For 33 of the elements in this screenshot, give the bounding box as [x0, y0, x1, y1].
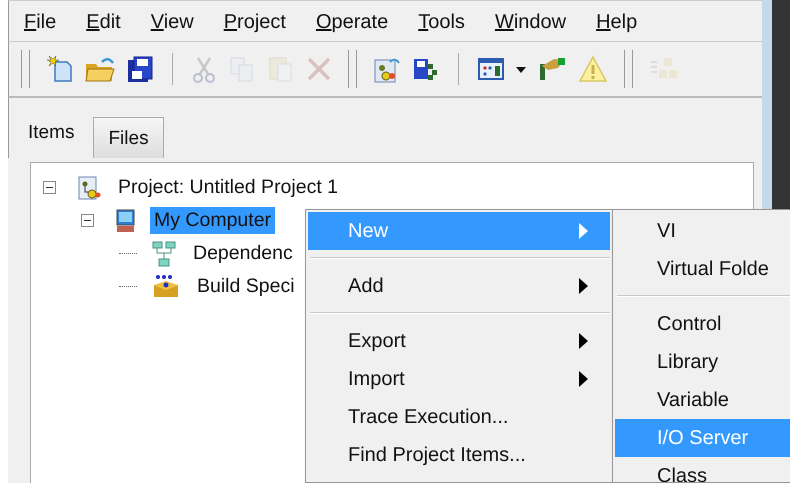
menu-item[interactable]: Class: [615, 457, 790, 482]
toolbar-grip[interactable]: [624, 50, 633, 88]
tree-item[interactable]: Dependenc: [189, 240, 297, 267]
tab[interactable]: Files: [93, 117, 164, 158]
collapse-icon[interactable]: [43, 181, 56, 194]
menu-item[interactable]: Export: [308, 322, 610, 360]
menu-item[interactable]: Edit: [74, 7, 133, 35]
collapse-icon[interactable]: [81, 214, 94, 227]
menu-item[interactable]: Import: [308, 360, 610, 398]
menu-item[interactable]: Variable: [615, 381, 790, 419]
menu-item[interactable]: Operate: [304, 7, 400, 35]
toolbar-grip[interactable]: [348, 50, 357, 88]
menu-item[interactable]: VI: [615, 212, 790, 250]
menu-item[interactable]: Control: [615, 305, 790, 343]
menu-item[interactable]: Find Project Items...: [308, 436, 610, 474]
project-icon: [76, 174, 102, 200]
menu-item[interactable]: Library: [615, 343, 790, 381]
menu-item[interactable]: Trace Execution...: [308, 398, 610, 436]
new-file-icon[interactable]: [45, 54, 75, 84]
hierarchy-icon: [151, 240, 177, 268]
tree-item[interactable]: My Computer: [150, 207, 276, 234]
tree-item[interactable]: Build Speci: [193, 273, 299, 300]
menu-item[interactable]: View: [138, 7, 206, 35]
menu-item[interactable]: Tools: [406, 7, 477, 35]
menu-item[interactable]: Help: [584, 7, 650, 35]
toolbar-grip[interactable]: [21, 50, 30, 88]
menu-item[interactable]: Project: [212, 7, 298, 35]
menu-item[interactable]: Window: [482, 7, 578, 35]
menu-item[interactable]: Add: [308, 267, 610, 305]
menu-item[interactable]: File: [12, 7, 68, 35]
menu-item[interactable]: Virtual Folde: [615, 250, 790, 288]
tree-item[interactable]: Project: Untitled Project 1: [114, 174, 342, 201]
save-icon[interactable]: [125, 54, 155, 84]
